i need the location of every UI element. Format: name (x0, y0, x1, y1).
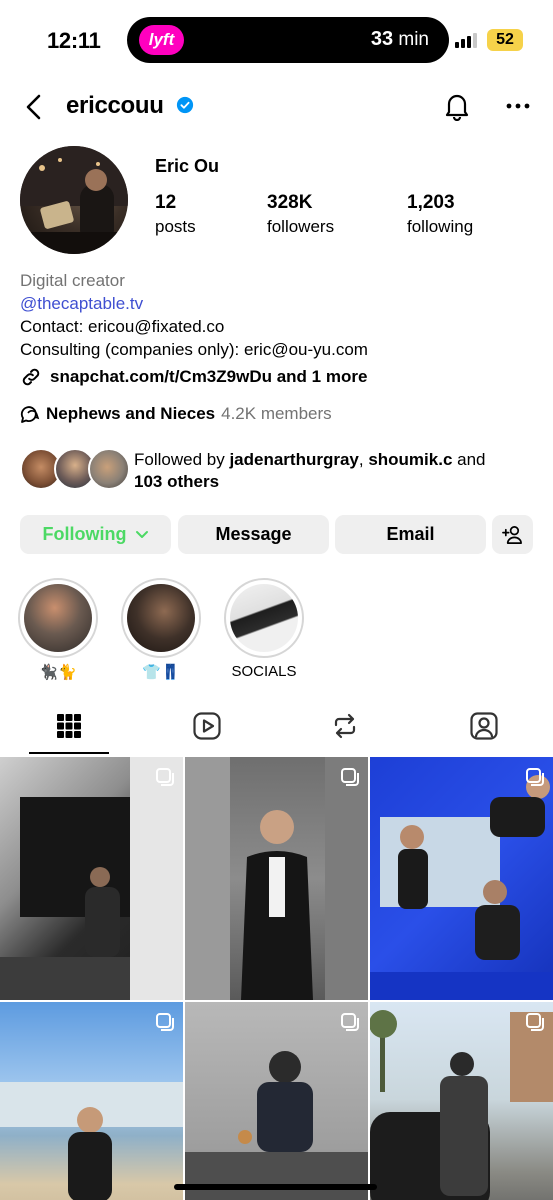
highlight-label: 🐈‍⬛🐈 (39, 664, 77, 681)
notification-bell-icon[interactable] (443, 91, 471, 121)
bio-consulting: Consulting (companies only): eric@ou-yu.… (20, 340, 368, 359)
email-button[interactable]: Email (335, 515, 486, 554)
carousel-icon (526, 1013, 544, 1031)
highlight-label: SOCIALS (231, 663, 297, 680)
eta-readout: 33 min (371, 28, 429, 51)
bio-category: Digital creator (20, 271, 125, 290)
link-text: snapchat.com/t/Cm3Z9wDu and 1 more (50, 367, 368, 386)
post-image (0, 757, 183, 1000)
clock: 12:11 (47, 28, 101, 53)
post-image (185, 757, 368, 1000)
cellular-signal-icon (455, 32, 477, 48)
channel-members: 4.2K members (221, 404, 332, 423)
stat-label: following (407, 217, 474, 236)
mutual-user-1: jadenarthurgray (229, 450, 359, 469)
more-options-icon[interactable] (505, 96, 531, 116)
posts-grid (0, 757, 553, 1200)
avatar-photo (20, 146, 128, 254)
carousel-icon (156, 768, 174, 786)
link-icon (22, 368, 40, 386)
eta-unit: min (398, 29, 429, 50)
carousel-icon (526, 768, 544, 786)
chat-bubbles-icon (20, 406, 40, 423)
lyft-logo: lyft (139, 25, 184, 55)
active-tab-indicator (29, 752, 109, 754)
followed-prefix: Followed by (134, 450, 230, 469)
highlight-cover (24, 584, 92, 652)
post-thumbnail[interactable] (370, 757, 553, 1000)
highlight-ring (18, 578, 98, 658)
battery-indicator: 52 (487, 29, 523, 51)
eta-value: 33 (370, 28, 394, 50)
mutual-followers-avatars[interactable] (20, 448, 130, 492)
tagged-icon[interactable] (468, 710, 500, 742)
stat-label: posts (155, 217, 196, 236)
stat-value: 328K (267, 192, 313, 213)
mutual-user-2: shoumik.c (368, 450, 453, 469)
highlight-label: 👕👖 (142, 664, 180, 681)
post-thumbnail[interactable] (0, 1002, 183, 1200)
profile-avatar[interactable] (20, 146, 128, 254)
post-image (370, 775, 553, 1000)
posts-count[interactable]: 12 posts (155, 192, 196, 237)
back-chevron-icon[interactable] (22, 92, 48, 122)
story-highlight[interactable]: 🐈‍⬛🐈 (18, 578, 98, 681)
post-thumbnail[interactable] (185, 757, 368, 1000)
separator: , (358, 450, 369, 469)
status-bar: 12:11 lyft 33 min 52 (0, 0, 553, 82)
bio-external-link[interactable]: snapchat.com/t/Cm3Z9wDu and 1 more (20, 366, 540, 388)
post-thumbnail[interactable] (370, 1002, 553, 1200)
reposts-icon[interactable] (329, 710, 361, 742)
stat-label: followers (267, 217, 335, 236)
story-highlight[interactable]: 👕👖 (121, 578, 201, 681)
chevron-down-icon (135, 531, 148, 539)
home-indicator[interactable] (174, 1184, 377, 1190)
grid-icon[interactable] (53, 710, 85, 742)
profile-header: ericcouu (0, 82, 553, 132)
message-button[interactable]: Message (178, 515, 329, 554)
suggested-users-button[interactable] (492, 515, 533, 554)
following-button[interactable]: Following (20, 515, 171, 554)
stat-value: 1,203 (407, 192, 455, 213)
username: ericcouu (66, 92, 164, 119)
bio-handle-link[interactable]: @thecaptable.tv (20, 293, 540, 315)
carousel-icon (341, 1013, 359, 1031)
followed-by-text[interactable]: Followed by jadenarthurgray, shoumik.c a… (134, 449, 534, 493)
story-highlight[interactable]: SOCIALS (224, 578, 304, 680)
carousel-icon (341, 768, 359, 786)
followers-count[interactable]: 328K followers (267, 192, 334, 237)
broadcast-channel[interactable]: Nephews and Nieces 4.2K members (20, 404, 332, 424)
highlight-ring (224, 578, 304, 658)
following-label: Following (42, 524, 127, 544)
highlight-ring (121, 578, 201, 658)
mutual-others: 103 others (134, 472, 220, 491)
post-thumbnail[interactable] (185, 1002, 368, 1200)
stat-value: 12 (155, 192, 177, 213)
following-count[interactable]: 1,203 following (407, 192, 473, 237)
verified-badge-icon (176, 96, 194, 114)
avatar (88, 448, 130, 490)
display-name: Eric Ou (155, 156, 220, 176)
channel-name: Nephews and Nieces (46, 404, 216, 423)
post-thumbnail[interactable] (0, 757, 183, 1000)
bio-contact: Contact: ericou@fixated.co (20, 317, 225, 336)
dynamic-island[interactable]: lyft 33 min (127, 17, 449, 63)
carousel-icon (156, 1013, 174, 1031)
highlight-cover (127, 584, 195, 652)
add-user-icon (502, 526, 522, 544)
reels-icon[interactable] (191, 710, 223, 742)
and-text: and (452, 450, 486, 469)
highlight-cover (230, 584, 298, 652)
